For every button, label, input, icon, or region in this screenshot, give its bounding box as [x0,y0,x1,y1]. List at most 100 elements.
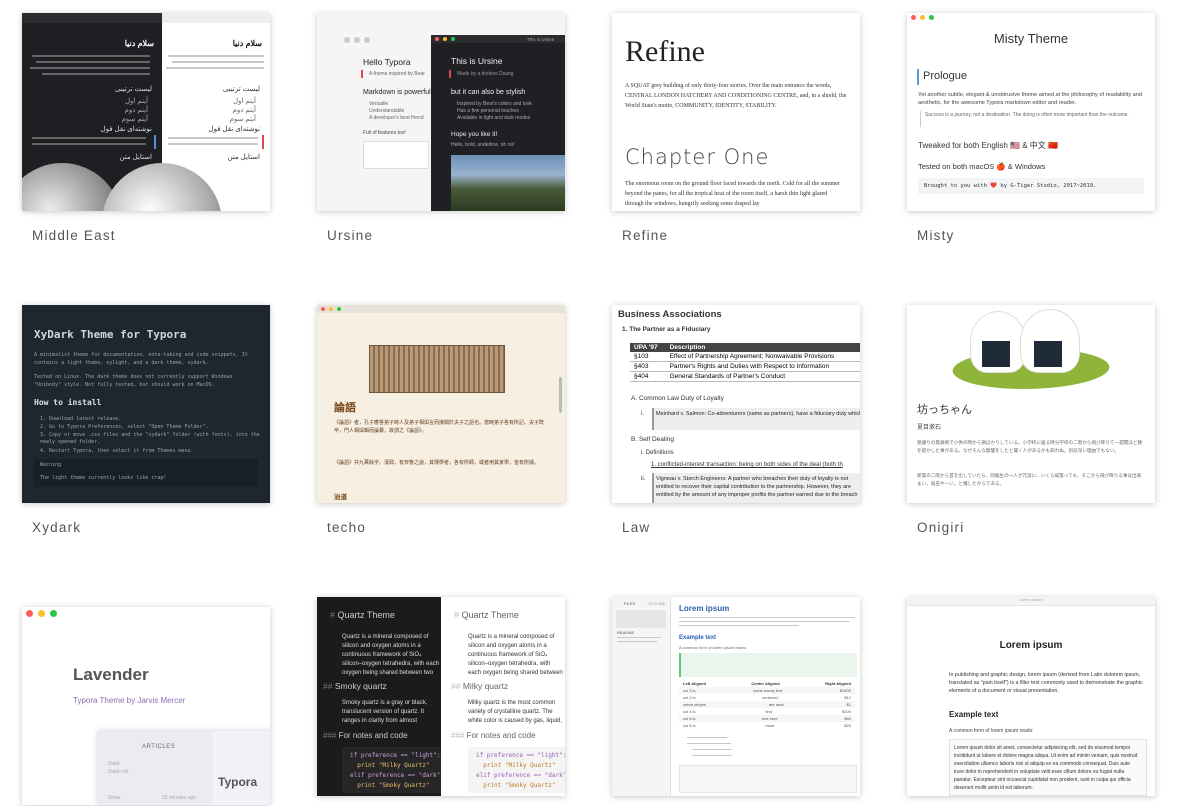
list-item: Available in light and dark modes [457,115,531,121]
statute-table: UPA '97 Description §103 Effect of Partner… [630,343,860,382]
h3: For notes and code [466,731,536,740]
theme-card-onigiri[interactable]: 坊っちゃん 夏目漱石 親譲りの無鉄砲で小供の時から損ばかりしている。小学校に居る… [907,305,1155,503]
list-item: 2. Go to Typora Preferences, select "Ope… [40,424,209,430]
code-block: Lorem ipsum dolor sit amet, consectetur … [949,739,1147,796]
heading: سلام دنیا [124,39,154,48]
brand: Typora [218,775,258,789]
code-block [363,141,429,169]
list-item[interactable]: Dark roll [108,769,128,775]
h2: How to install [34,398,102,407]
theme-card-lorem-light[interactable]: Lorem ipsum Lorem ipsum In publishing an… [907,597,1155,796]
theme-label[interactable]: techo [327,520,366,535]
quote-text: Lorem ipsum dolor sit amet, consectetur … [954,745,1138,791]
scrollbar[interactable] [559,377,562,413]
roman-ii: ii. [641,476,646,482]
table-row: col 6 is more $20 [683,723,851,728]
code-line: print "Milky Quartz" [350,762,430,769]
code-line: print "Milky Quartz" [476,762,556,769]
dark-pane: # Quartz Theme Quartz is a mineral compo… [317,597,444,796]
theme-label[interactable]: Xydark [32,520,81,535]
item: آیتم سوم [229,116,256,123]
theme-card-techo[interactable]: 論語 《論語》者，孔子應答弟子時人及弟子相與言而接聞於夫子之語也。當時弟子各有所… [317,305,565,503]
theme-label[interactable]: Refine [622,228,668,243]
tab-outline[interactable]: OUTLINE [648,601,665,606]
tab-files[interactable]: FILES [624,601,635,606]
list-item: 3. Copy or move .css files and the "xyda… [40,432,260,445]
case-text: Meinhard v. Salmon: Co-adventurers (same… [656,411,860,417]
title: 坊っちゃん [917,404,972,416]
h2: Smoky quartz [334,681,387,691]
theme-label[interactable]: Onigiri [917,520,964,535]
title: XyDark Theme for Typora [34,328,187,341]
sidebar-header: ARTICLES [142,744,176,750]
author: 夏目漱石 [917,425,942,431]
code-line: elif preference == "dark": [350,772,444,779]
left-title: Hello Typora [363,57,411,67]
theme-card-lavender[interactable]: Lavender Typora Theme by Jarvis Mercer A… [22,607,270,805]
theme-label[interactable]: Misty [917,228,955,243]
inner-window: ARTICLES Dark Dark roll Show 53 minutes … [98,731,270,805]
h2: Example text [949,710,999,719]
item: آیتم اول [124,98,148,105]
table-row: col 4 is text $100 [683,709,851,714]
cell: Effect of Partnership Agreement; Nonwaiv… [665,352,860,362]
col-header: Center Aligned [751,681,780,686]
cell: Partner's Rights and Duties with Respect… [665,361,860,372]
cell: General Standards of Partner's Conduct [665,371,860,382]
subheading: A common form of lorem ipsum reads: [949,728,1034,734]
manuscript-image [369,345,505,393]
landscape-photo [451,155,565,211]
paragraph: 《論語》共九萬餘字。漢興，有齊魯之說，其傳學者，各有所師，或者用其家學，皆有所據… [334,460,540,466]
theme-card-lorem-docs[interactable]: FILES OUTLINE README Lorem ipsum Example… [612,597,860,796]
quote: Success is a journey, not a destination.… [925,112,1129,118]
paragraph: A SQUAT grey building of only thirty-fou… [625,83,847,109]
theme-card-xydark[interactable]: XyDark Theme for Typora A minimalist the… [22,305,270,503]
theme-card-misty[interactable]: Misty Theme Prologue Yet another subtle,… [907,13,1155,211]
col-header: Right Aligned [825,681,851,686]
left-p: Full of features too! [363,130,406,136]
paragraph: Tested on Linux. The dark theme does not… [34,374,233,388]
title: 論語 [334,402,356,414]
h2: Example text [679,635,717,641]
theme-card-middle-east[interactable]: سلام دنیا لیست ترتیبی آیتم اول آیتم دوم … [22,13,270,211]
paragraph: Quartz is a mineral composed of silicon … [342,634,440,676]
title: Lorem ipsum [999,640,1063,651]
h2: 治道 [334,494,347,501]
paragraph: The enormous room on the ground floor fa… [625,181,840,207]
heading: سلام دنیا [232,39,262,48]
table-row: §103 Effect of Partnership Agreement; Non… [630,352,860,362]
footer-right: 53 minutes ago [162,795,197,801]
item: آیتم دوم [124,107,148,114]
theme-label[interactable]: Law [622,520,650,535]
cell: §404 [630,371,666,382]
theme-label[interactable]: Ursine [327,228,373,243]
table-row: zebra stripes are neat $1 [679,701,855,708]
table-row: §404 General Standards of Partner's Condu… [630,371,860,382]
code-block: Brought to you with ❤️ by G-Tiger Studio… [918,178,1144,194]
theme-card-refine[interactable]: Refine A SQUAT grey building of only thi… [612,13,860,211]
h1: Business Associations [618,309,722,320]
paragraph: 新築の二階から首を出していたら、同級生の一人が冗談に、いくら威張っても、そこから… [917,473,1142,486]
chapter-heading: Chapter One [625,145,770,169]
list-head: A common form of lorem ipsum reads: [679,645,747,650]
theme-label[interactable]: Middle East [32,228,116,243]
seaweed [1034,341,1062,367]
section-a: A. Common Law Duty of Loyalty [631,395,724,402]
section-b: B. Self Dealing [631,436,674,443]
theme-card-law[interactable]: Business Associations 1. The Partner as … [612,305,860,503]
sub3: استایل متن [227,154,260,161]
definitions: i. Definitions [641,450,674,456]
sub2: نوشته‌ای نقل قول [208,126,260,133]
window-title: Lorem ipsum [1019,597,1043,602]
cell: §103 [630,352,666,362]
list-item[interactable]: Dark [108,761,120,767]
list-item: A developer's best friend [369,115,424,121]
left-quote: A theme inspired by Bear [369,71,425,77]
sub3: استایل متن [119,154,152,161]
sidebar-item-readme[interactable]: README [617,630,634,635]
theme-card-ursine[interactable]: Hello Typora A theme inspired by Bear Ma… [317,13,565,211]
window-title: This is Ursine [527,37,555,42]
paragraph: 《論語》者，孔子應答弟子時人及弟子相與言而接聞於夫子之語也。當時弟子各有所記。夫… [334,420,545,434]
theme-card-quartz[interactable]: # Quartz Theme Quartz is a mineral compo… [317,597,565,796]
warning-body: The light theme currently looks like cra… [40,475,167,481]
